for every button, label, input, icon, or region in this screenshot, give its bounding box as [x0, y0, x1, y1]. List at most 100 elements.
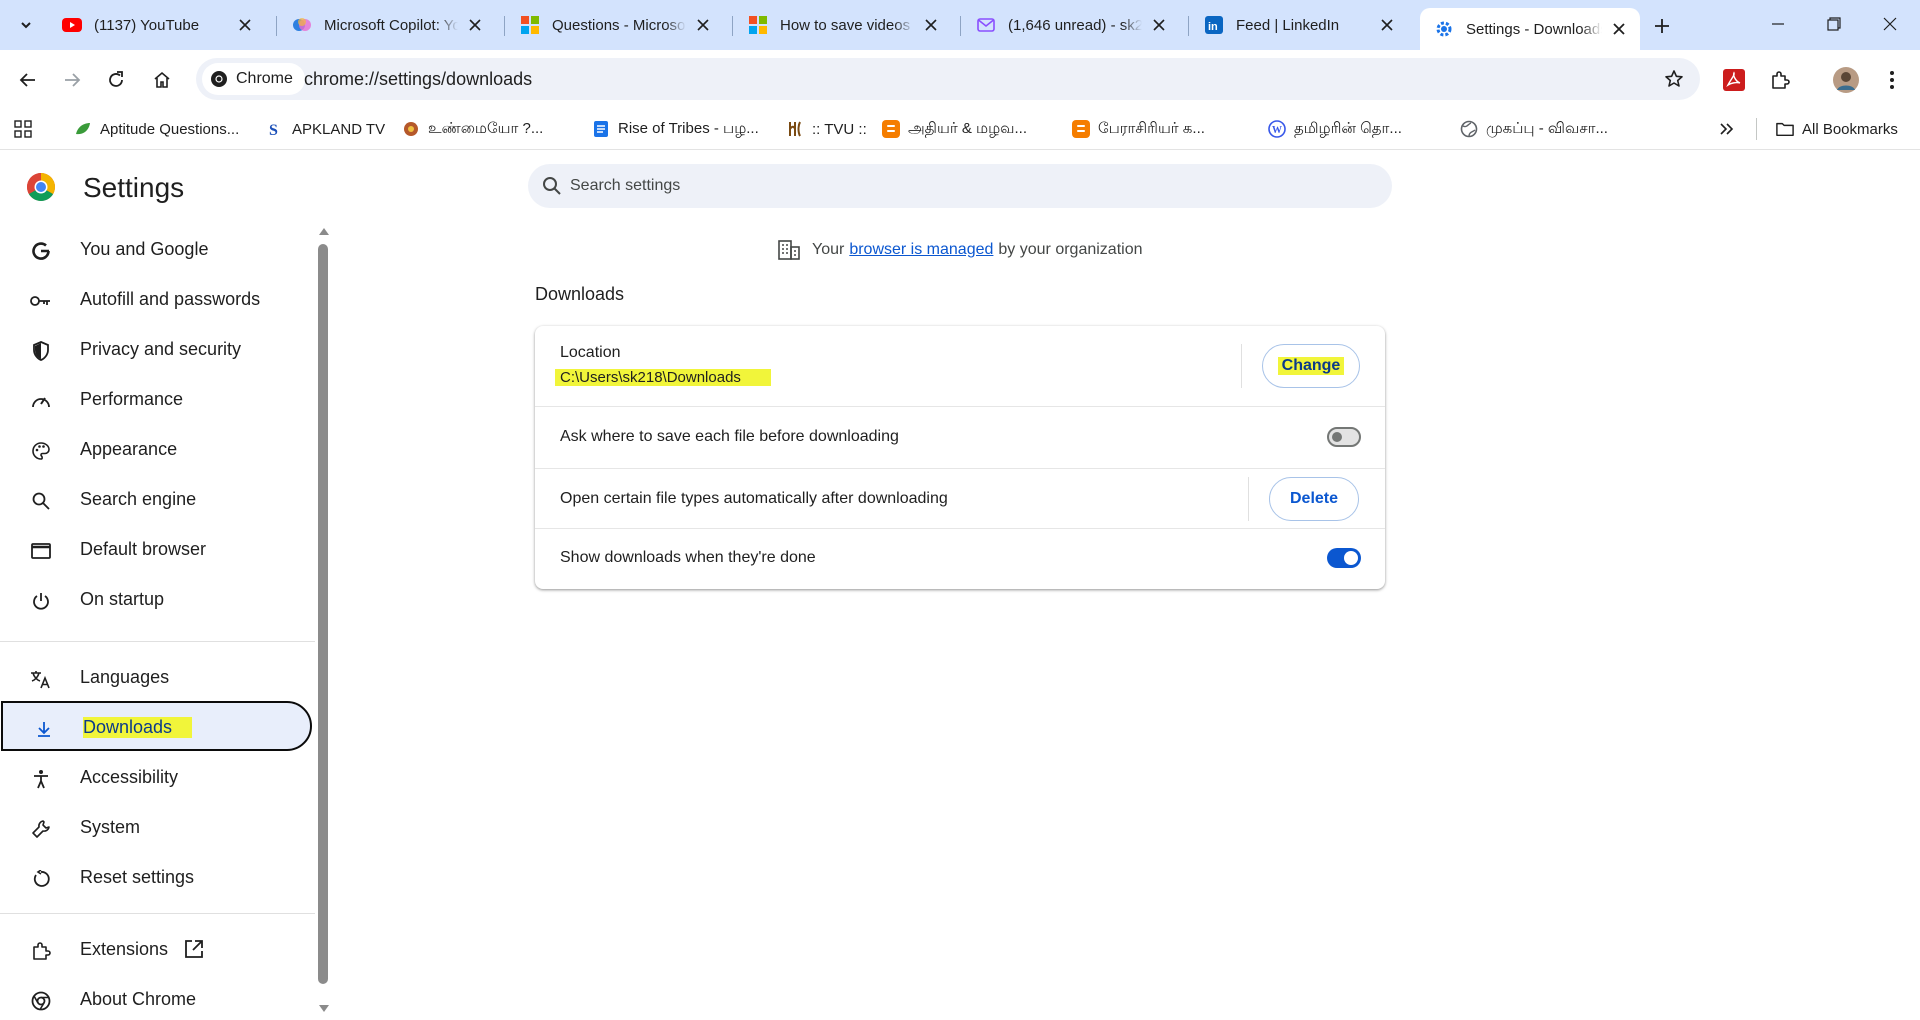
minimize-button[interactable] — [1750, 0, 1806, 48]
close-tab-icon[interactable] — [1608, 18, 1630, 40]
doc-icon — [592, 120, 610, 138]
location-label: Location — [560, 344, 621, 361]
pdf-extension-button[interactable] — [1718, 64, 1750, 96]
bookmark-item[interactable]: Rise of Tribes - பழ... — [592, 116, 759, 142]
close-tab-icon[interactable] — [920, 14, 942, 36]
tvu-icon — [786, 120, 804, 138]
nav-performance[interactable]: Performance — [0, 375, 312, 425]
address-bar[interactable]: Chrome chrome://settings/downloads — [196, 58, 1700, 100]
tab-youtube[interactable]: (1137) YouTube — [48, 8, 266, 42]
change-location-button[interactable]: Change — [1262, 344, 1360, 388]
tab-title: Settings - Downloads — [1466, 20, 1602, 38]
new-tab-button[interactable] — [1648, 12, 1676, 40]
close-tab-icon[interactable] — [692, 14, 714, 36]
bookmark-label: :: TVU :: — [812, 120, 867, 138]
tab-mail[interactable]: (1,646 unread) - sk21 — [962, 8, 1180, 42]
nav-label: Languages — [80, 667, 170, 687]
wrench-icon — [30, 818, 52, 840]
managed-notice: Your browser is managed by your organiza… — [778, 238, 1143, 262]
tab-search-button[interactable] — [10, 10, 42, 40]
show-downloads-toggle[interactable] — [1327, 548, 1361, 568]
forward-button[interactable] — [56, 64, 88, 96]
search-settings-box[interactable] — [528, 164, 1392, 208]
bookmark-item[interactable]: முகப்பு - விவசா... — [1460, 116, 1608, 142]
youtube-icon — [62, 15, 82, 35]
nav-about-chrome[interactable]: About Chrome — [0, 975, 312, 1020]
scroll-up-arrow-icon[interactable] — [318, 226, 330, 236]
home-button[interactable] — [146, 64, 178, 96]
plus-icon — [1655, 19, 1669, 33]
bookmark-star-icon[interactable] — [1662, 67, 1686, 91]
scrollbar-thumb[interactable] — [318, 244, 328, 984]
profile-button[interactable] — [1830, 64, 1862, 96]
nav-label: Accessibility — [80, 767, 179, 787]
nav-accessibility[interactable]: Accessibility — [0, 753, 312, 803]
sidebar-scrollbar[interactable] — [318, 226, 330, 1020]
menu-button[interactable] — [1876, 64, 1908, 96]
settings-title: Settings — [83, 172, 185, 203]
close-icon — [1883, 17, 1897, 31]
close-tab-icon[interactable] — [234, 14, 256, 36]
open-in-new-icon — [184, 939, 204, 964]
close-tab-icon[interactable] — [464, 14, 486, 36]
nav-default-browser[interactable]: Default browser — [0, 525, 312, 575]
svg-text:in: in — [1208, 21, 1218, 33]
delete-auto-open-button[interactable]: Delete — [1269, 477, 1359, 521]
bookmark-item[interactable]: :: TVU :: — [786, 116, 867, 142]
bookmark-item[interactable]: உண்மையோ ?... — [402, 116, 543, 142]
location-path: C:\Users\sk218\Downloads — [555, 369, 771, 386]
nav-system[interactable]: System — [0, 803, 312, 853]
nav-reset-settings[interactable]: Reset settings — [0, 853, 312, 903]
bookmark-item[interactable]: W தமிழரின் தொ... — [1268, 116, 1402, 142]
nav-label: Autofill and passwords — [80, 289, 261, 309]
url-text[interactable]: chrome://settings/downloads — [304, 69, 532, 90]
nav-appearance[interactable]: Appearance — [0, 425, 312, 475]
ask-where-row[interactable]: Ask where to save each file before downl… — [535, 406, 1385, 468]
browser-managed-link[interactable]: browser is managed — [849, 241, 993, 259]
close-window-button[interactable] — [1862, 0, 1918, 48]
nav-label: Reset settings — [80, 867, 195, 887]
bookmark-item[interactable]: அதியர் & மழவ... — [882, 116, 1027, 142]
site-info-chip[interactable]: Chrome — [202, 63, 305, 95]
nav-you-and-google[interactable]: You and Google — [0, 225, 312, 275]
arrow-right-icon — [65, 73, 81, 87]
minimize-icon — [1772, 23, 1784, 25]
show-downloads-label: Show downloads when they're done — [560, 549, 816, 566]
site-info-label: Chrome — [236, 70, 293, 87]
nav-privacy[interactable]: Privacy and security — [0, 325, 312, 375]
section-title: Downloads — [535, 284, 625, 304]
extensions-button[interactable] — [1764, 64, 1796, 96]
tab-linkedin[interactable]: in Feed | LinkedIn — [1190, 8, 1408, 42]
reload-button[interactable] — [100, 64, 132, 96]
close-tab-icon[interactable] — [1148, 14, 1170, 36]
nav-label: Performance — [80, 389, 184, 409]
show-downloads-row[interactable]: Show downloads when they're done — [535, 528, 1385, 589]
bookmark-item[interactable]: S APKLAND TV — [266, 116, 385, 142]
tab-copilot[interactable]: Microsoft Copilot: Yo — [278, 8, 496, 42]
bookmark-item[interactable]: பேராசிரியர் க... — [1072, 116, 1205, 142]
tab-questions[interactable]: Questions - Microsof — [506, 8, 724, 42]
tab-how-to-save[interactable]: How to save videos a — [734, 8, 952, 42]
tab-title: (1137) YouTube — [94, 16, 200, 34]
close-tab-icon[interactable] — [1376, 14, 1398, 36]
scroll-down-arrow-icon[interactable] — [318, 1004, 330, 1014]
apps-button[interactable] — [14, 116, 32, 142]
more-bookmarks-button[interactable] — [1718, 116, 1734, 142]
nav-downloads[interactable]: Downloads — [1, 701, 312, 751]
search-settings-input[interactable] — [570, 164, 1350, 208]
bookmark-item[interactable]: Aptitude Questions... — [74, 116, 239, 142]
nav-extensions[interactable]: Extensions — [0, 925, 312, 975]
nav-autofill[interactable]: Autofill and passwords — [0, 275, 312, 325]
browser-window-icon — [30, 540, 52, 562]
chevron-double-right-icon — [1720, 123, 1734, 135]
acrobat-icon — [1723, 69, 1745, 91]
nav-languages[interactable]: Languages — [0, 653, 312, 703]
restore-button[interactable] — [1806, 0, 1862, 48]
back-button[interactable] — [12, 64, 44, 96]
all-bookmarks-button[interactable]: All Bookmarks — [1776, 116, 1898, 142]
tab-strip: (1137) YouTube Microsoft Copilot: Yo Que… — [0, 0, 1920, 50]
nav-search-engine[interactable]: Search engine — [0, 475, 312, 525]
ask-where-toggle[interactable] — [1327, 427, 1361, 447]
tab-settings-downloads[interactable]: Settings - Downloads — [1420, 8, 1640, 50]
nav-on-startup[interactable]: On startup — [0, 575, 312, 625]
